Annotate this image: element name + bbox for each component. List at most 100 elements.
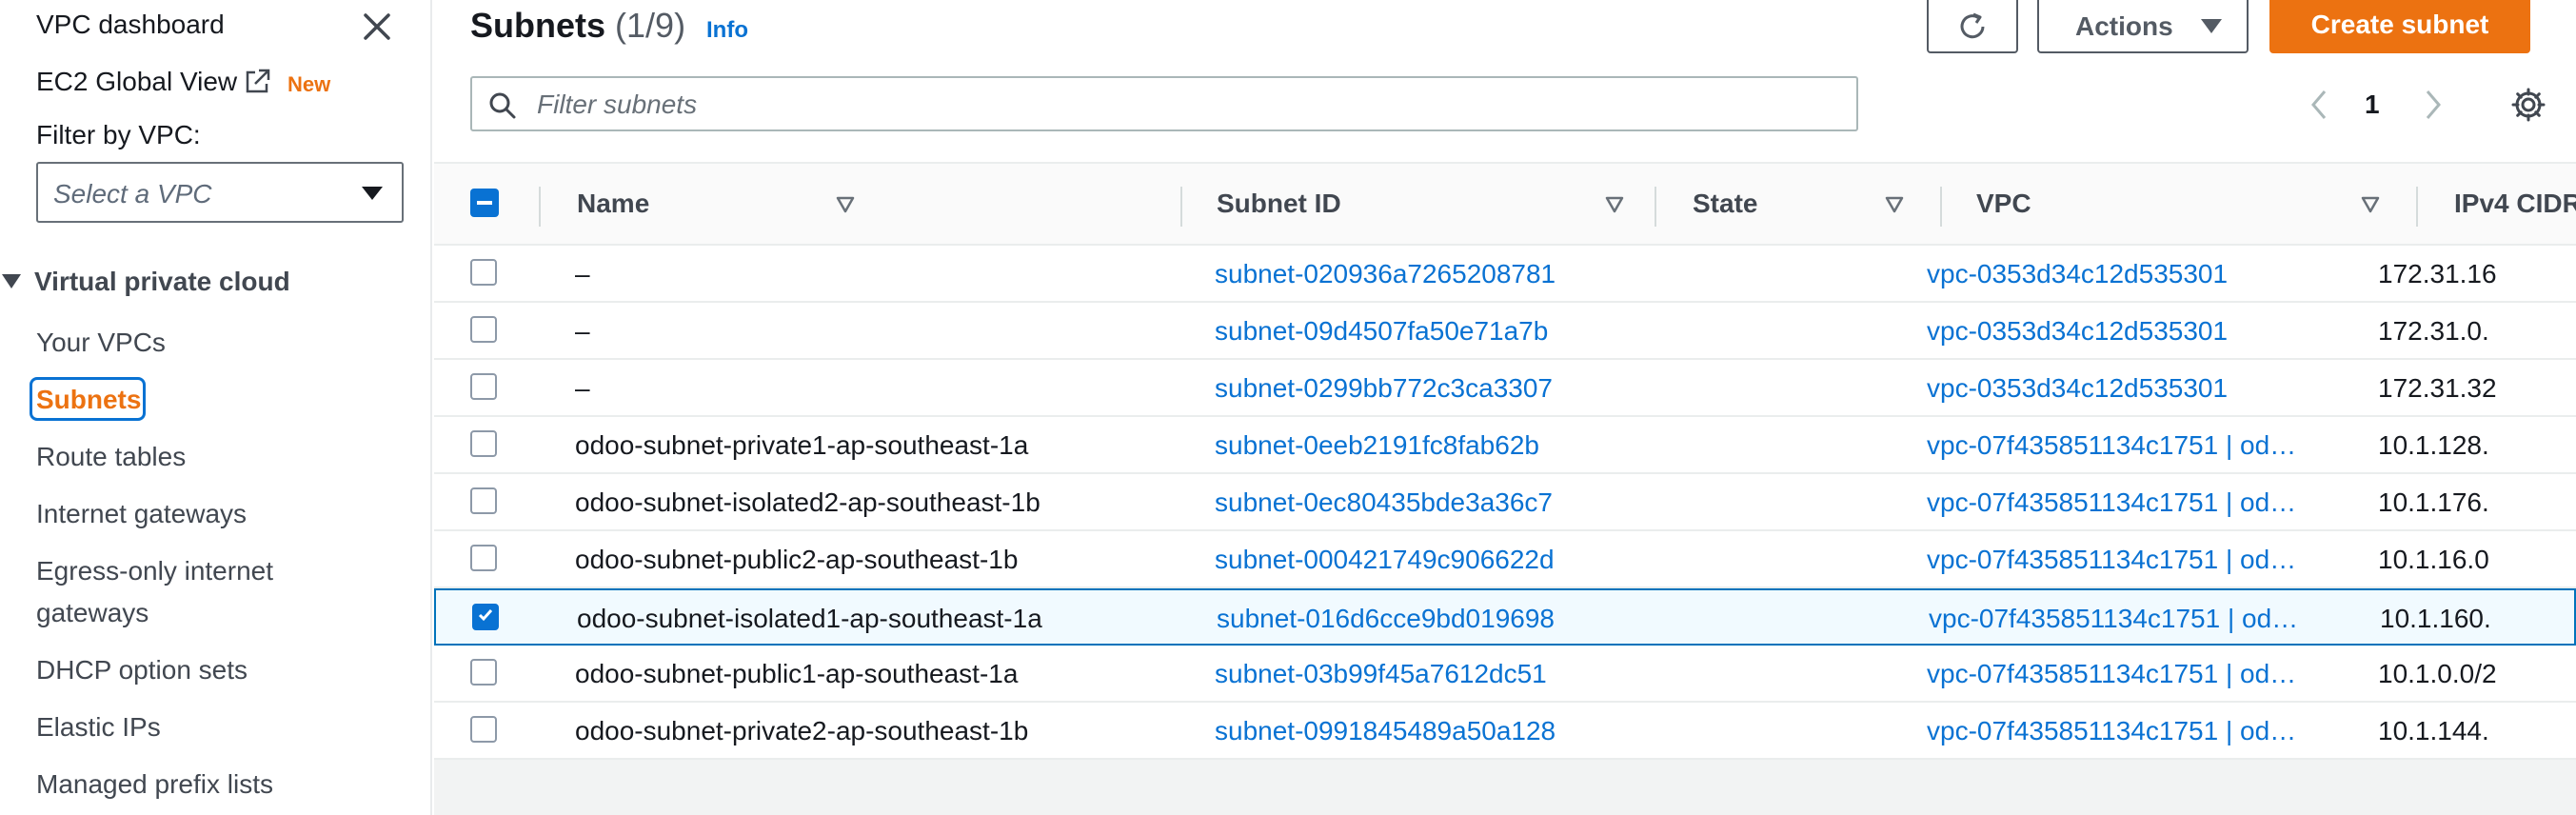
sidebar-item-route-tables[interactable]: Route tables [36, 436, 186, 478]
cell-ipv4-cidr: 172.31.16 [2378, 259, 2497, 288]
cell-ipv4-cidr: 172.31.32 [2378, 373, 2497, 403]
select-all-checkbox[interactable] [470, 189, 499, 217]
column-header-state[interactable]: State [1693, 189, 1757, 219]
table-row[interactable]: –subnet-020936a7265208781Availablevpc-03… [434, 246, 2576, 303]
column-header-subnet-id[interactable]: Subnet ID [1217, 189, 1341, 219]
cell-ipv4-cidr: 10.1.128. [2378, 430, 2489, 460]
search-icon [489, 92, 516, 119]
vpc-dashboard-link[interactable]: VPC dashboard [36, 10, 225, 40]
cell-ipv4-cidr: 172.31.0. [2378, 316, 2489, 346]
caret-down-icon[interactable] [2, 274, 21, 288]
actions-dropdown-button[interactable]: Actions [2037, 0, 2249, 53]
table-row[interactable]: odoo-subnet-public1-ap-southeast-1a subne… [434, 646, 2576, 703]
vpc-link[interactable]: vpc-0353d34c12d535301 [1927, 316, 2325, 347]
subnet-id-link[interactable]: subnet-0299bb772c3ca3307 [1215, 373, 1605, 404]
cell-name: odoo-subnet-isolated1-ap-southeast-1a [577, 604, 1042, 633]
row-checkbox[interactable] [470, 545, 497, 571]
vpc-link[interactable]: vpc-07f435851134c1751 | od… [1927, 659, 2325, 689]
column-header-name[interactable]: Name [577, 189, 649, 219]
current-page-number[interactable]: 1 [2365, 89, 2380, 120]
subnet-id-link[interactable]: subnet-020936a7265208781 [1215, 259, 1605, 289]
section-virtual-private-cloud[interactable]: Virtual private cloud [34, 267, 290, 297]
row-checkbox[interactable] [470, 716, 497, 743]
vpc-link[interactable]: vpc-07f435851134c1751 | od… [1927, 487, 2325, 518]
row-checkbox[interactable] [470, 373, 497, 400]
cell-name: odoo-subnet-private1-ap-southeast-1a [575, 430, 1029, 460]
selection-count: (1/9) [615, 6, 686, 45]
vpc-link[interactable]: vpc-07f435851134c1751 | od… [1927, 545, 2325, 575]
sidebar-item-subnets[interactable]: Subnets [36, 379, 141, 421]
row-checkbox[interactable] [470, 316, 497, 343]
page-title-text: Subnets [470, 6, 606, 45]
table-row[interactable]: odoo-subnet-isolated1-ap-southeast-1a sub… [434, 588, 2576, 646]
column-divider [1940, 187, 1942, 227]
external-link-icon [246, 69, 270, 93]
sidebar: VPC dashboard EC2 Global View New Filter… [0, 0, 432, 815]
table-row[interactable]: odoo-subnet-isolated2-ap-southeast-1b sub… [434, 474, 2576, 531]
filter-subnets-field[interactable] [470, 76, 1858, 131]
sort-down-icon[interactable] [2361, 196, 2380, 213]
sidebar-item-egress-only-internet-gateways[interactable]: Egress-only internet [36, 550, 273, 592]
vpc-select-placeholder: Select a VPC [53, 179, 212, 209]
sidebar-item-elastic-ips[interactable]: Elastic IPs [36, 706, 161, 748]
chevron-right-icon[interactable] [2420, 88, 2447, 122]
sidebar-item-dhcp-option-sets[interactable]: DHCP option sets [36, 649, 248, 691]
vpc-select[interactable]: Select a VPC [36, 162, 404, 223]
refresh-icon [1960, 12, 1985, 39]
row-checkbox[interactable] [470, 430, 497, 457]
row-checkbox[interactable] [470, 659, 497, 686]
cell-ipv4-cidr: 10.1.160. [2380, 604, 2491, 633]
actions-label: Actions [2075, 11, 2173, 41]
table-row[interactable]: odoo-subnet-private2-ap-southeast-1b subn… [434, 703, 2576, 760]
subnet-id-link[interactable]: subnet-0ec80435bde3a36c7 [1215, 487, 1605, 518]
cell-name: odoo-subnet-public1-ap-southeast-1a [575, 659, 1019, 688]
close-icon[interactable] [358, 8, 396, 46]
table-row[interactable]: –subnet-0299bb772c3ca3307Availablevpc-03… [434, 360, 2576, 417]
subnet-id-link[interactable]: subnet-016d6cce9bd019698 [1217, 604, 1607, 634]
new-badge: New [287, 72, 331, 96]
row-checkbox[interactable] [470, 487, 497, 514]
sort-down-icon[interactable] [1605, 196, 1624, 213]
cell-name: – [575, 316, 590, 346]
cell-ipv4-cidr: 10.1.0.0/2 [2378, 659, 2497, 688]
column-divider [1655, 187, 1656, 227]
sidebar-item-internet-gateways[interactable]: Internet gateways [36, 493, 247, 535]
column-header-ipv4-cidr[interactable]: IPv4 CIDR [2454, 189, 2576, 219]
vpc-link[interactable]: vpc-07f435851134c1751 | od… [1927, 716, 2325, 746]
subnet-id-link[interactable]: subnet-0eeb2191fc8fab62b [1215, 430, 1605, 461]
cell-name: – [575, 259, 590, 288]
sidebar-item-managed-prefix-lists[interactable]: Managed prefix lists [36, 764, 273, 805]
table-row[interactable]: odoo-subnet-private1-ap-southeast-1a subn… [434, 417, 2576, 474]
subnet-id-link[interactable]: subnet-000421749c906622d [1215, 545, 1605, 575]
info-link[interactable]: Info [706, 17, 748, 44]
table-row[interactable]: –subnet-09d4507fa50e71a7bAvailablevpc-03… [434, 303, 2576, 360]
column-header-vpc[interactable]: VPC [1976, 189, 2031, 219]
vpc-link[interactable]: vpc-0353d34c12d535301 [1927, 259, 2325, 289]
filter-subnets-input[interactable] [537, 88, 1774, 122]
row-checkbox[interactable] [470, 259, 497, 286]
refresh-button[interactable] [1927, 0, 2018, 53]
sort-down-icon[interactable] [1885, 196, 1904, 213]
cell-ipv4-cidr: 10.1.176. [2378, 487, 2489, 517]
vpc-link[interactable]: vpc-0353d34c12d535301 [1927, 373, 2325, 404]
gear-icon[interactable] [2509, 86, 2547, 124]
cell-name: odoo-subnet-public2-ap-southeast-1b [575, 545, 1019, 574]
sidebar-item-egress-only-internet-gateways-line2[interactable]: gateways [36, 592, 149, 634]
subnet-id-link[interactable]: subnet-0991845489a50a128 [1215, 716, 1605, 746]
create-subnet-label: Create subnet [2310, 10, 2489, 39]
sidebar-item-your-vpcs[interactable]: Your VPCs [36, 322, 166, 364]
sort-down-icon[interactable] [836, 196, 855, 213]
ec2-global-view-link[interactable]: EC2 Global View [36, 67, 237, 97]
row-checkbox[interactable] [472, 604, 499, 630]
chevron-left-icon[interactable] [2306, 88, 2332, 122]
table-row[interactable]: odoo-subnet-public2-ap-southeast-1b subne… [434, 531, 2576, 588]
caret-down-icon [2201, 19, 2222, 33]
subnet-id-link[interactable]: subnet-03b99f45a7612dc51 [1215, 659, 1605, 689]
vpc-link[interactable]: vpc-07f435851134c1751 | od… [1927, 430, 2325, 461]
create-subnet-button[interactable]: Create subnet [2269, 0, 2530, 53]
subnet-id-link[interactable]: subnet-09d4507fa50e71a7b [1215, 316, 1605, 347]
vpc-link[interactable]: vpc-07f435851134c1751 | od… [1929, 604, 2327, 634]
checkmark-icon [478, 609, 493, 622]
cell-ipv4-cidr: 10.1.144. [2378, 716, 2489, 745]
cell-name: odoo-subnet-private2-ap-southeast-1b [575, 716, 1029, 745]
